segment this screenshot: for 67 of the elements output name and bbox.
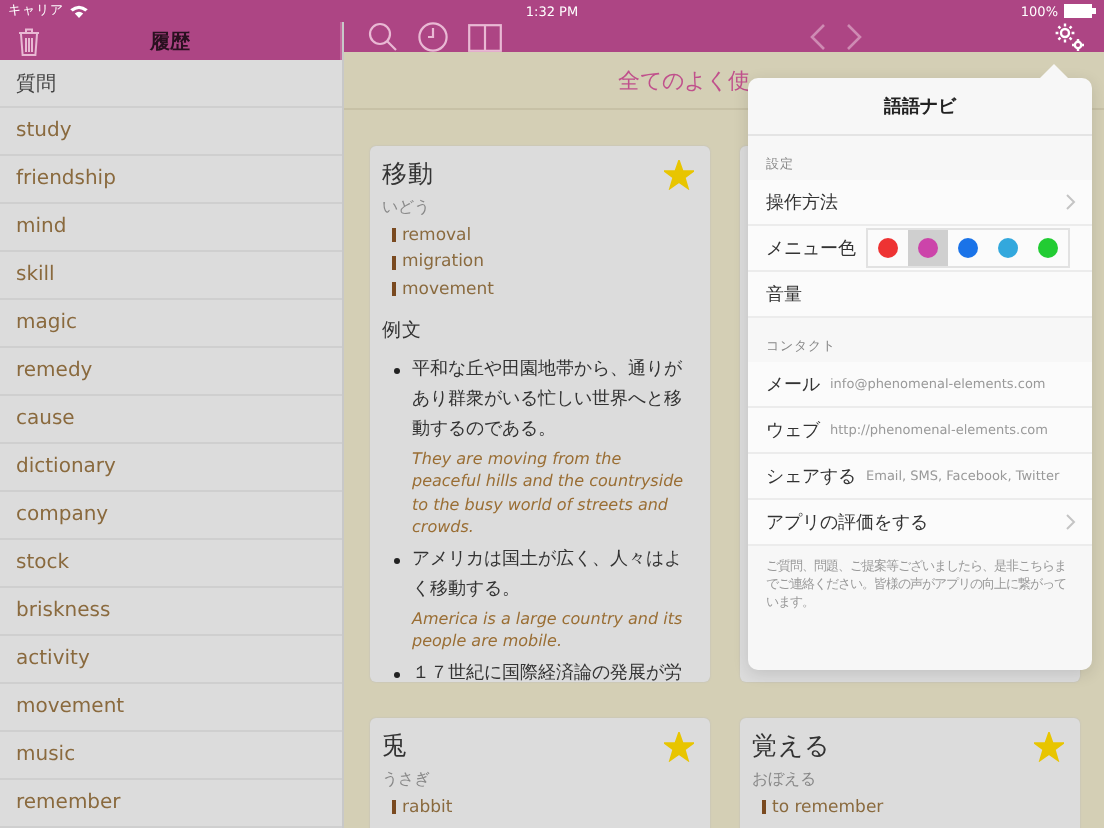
row-label: ウェブ: [766, 419, 820, 443]
history-item[interactable]: magic: [0, 300, 342, 348]
history-item[interactable]: music: [0, 732, 342, 780]
battery-icon: [1064, 4, 1096, 18]
bullet-icon: [394, 671, 400, 677]
history-item[interactable]: company: [0, 492, 342, 540]
row-label: シェアする: [766, 465, 856, 489]
history-item[interactable]: cause: [0, 396, 342, 444]
menu-row[interactable]: 音量: [748, 272, 1092, 318]
chevron-icon: [1066, 194, 1076, 210]
trash-icon[interactable]: [18, 27, 40, 55]
word-reading: いどう: [382, 196, 432, 218]
star-icon[interactable]: [664, 160, 694, 190]
history-item[interactable]: dictionary: [0, 444, 342, 492]
examples-heading: 例文: [382, 317, 424, 343]
bullet-icon: [394, 367, 400, 373]
color-swatch[interactable]: [908, 230, 948, 266]
meaning-marker: [762, 800, 766, 815]
menu-row[interactable]: アプリの評価をする: [748, 500, 1092, 546]
history-item[interactable]: remedy: [0, 348, 342, 396]
meaning-marker: [392, 228, 396, 243]
history-item[interactable]: study: [0, 108, 342, 156]
history-item[interactable]: remember: [0, 780, 342, 828]
history-item[interactable]: skill: [0, 252, 342, 300]
history-item[interactable]: friendship: [0, 156, 342, 204]
example-translation: They are moving from the peaceful hills and the countryside to the busy world of streets and crowds.: [412, 447, 686, 539]
settings-icon[interactable]: [1054, 22, 1086, 52]
row-label: メニュー色: [766, 237, 856, 261]
example-sentence: １７世紀に国際経済論の発展が労: [412, 661, 682, 682]
history-item[interactable]: movement: [0, 684, 342, 732]
sidebar-title: 履歴: [150, 29, 190, 55]
example-sentence: アメリカは国土が広く、人々はよく移動する。: [412, 547, 684, 603]
star-icon[interactable]: [664, 732, 694, 762]
history-item[interactable]: activity: [0, 636, 342, 684]
word-card[interactable]: 覚える おぼえる to remember: [740, 718, 1080, 828]
menu-row[interactable]: 操作方法: [748, 180, 1092, 226]
example-sentence: 平和な丘や田園地帯から、通りがあり群衆がいる忙しい世界へと移動するのである。: [412, 357, 684, 443]
word-title: 兎: [382, 730, 408, 764]
history-item[interactable]: mind: [0, 204, 342, 252]
meaning-marker: [392, 800, 396, 815]
word-title: 移動: [382, 158, 434, 192]
wifi-icon: [70, 4, 88, 18]
popover-title: 語語ナビ: [884, 94, 956, 119]
book-icon[interactable]: [468, 23, 502, 51]
word-title: 覚える: [752, 730, 830, 764]
star-icon[interactable]: [1034, 732, 1064, 762]
word-card[interactable]: 兎 うさぎ rabbit: [370, 718, 710, 828]
meaning-text: rabbit: [402, 797, 453, 818]
search-icon[interactable]: [368, 22, 398, 52]
meaning-text: removal: [402, 225, 472, 246]
word-reading: うさぎ: [382, 768, 432, 790]
example-translation: America is a large country and its people are mobile.: [412, 607, 685, 653]
meaning-marker: [392, 282, 396, 297]
history-item[interactable]: 質問: [0, 60, 342, 108]
meaning-marker: [392, 255, 396, 270]
history-item[interactable]: stock: [0, 540, 342, 588]
word-reading: おぼえる: [752, 768, 818, 790]
history-item[interactable]: briskness: [0, 588, 342, 636]
bullet-icon: [394, 557, 400, 563]
meaning-text: migration: [402, 252, 485, 273]
chevron-icon: [1066, 514, 1076, 530]
word-card[interactable]: [370, 146, 710, 682]
meaning-text: movement: [402, 279, 494, 300]
clock-icon[interactable]: [418, 22, 448, 52]
row-label: メール: [766, 373, 820, 397]
meaning-text: to remember: [772, 797, 884, 818]
page-title: 全てのよく使: [618, 65, 752, 95]
